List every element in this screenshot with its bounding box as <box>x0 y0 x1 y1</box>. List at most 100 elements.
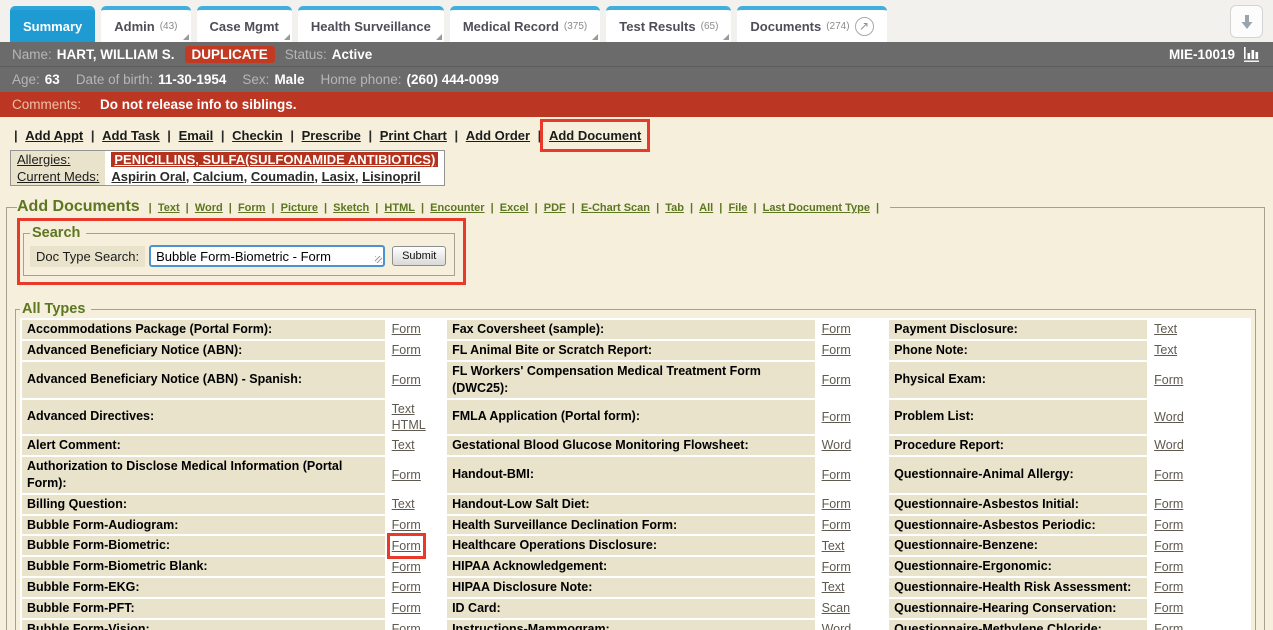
doc-type-link-excel[interactable]: Excel <box>500 202 529 214</box>
med-link-lasix[interactable]: Lasix <box>322 169 355 184</box>
advanced-beneficiary-notice-abn-form-link[interactable]: Form <box>392 342 421 358</box>
questionnaire-asbestos-initial-form-link[interactable]: Form <box>1154 496 1183 512</box>
questionnaire-asbestos-periodic-form-link[interactable]: Form <box>1154 517 1183 533</box>
chart-icon[interactable] <box>1243 47 1261 62</box>
bubble-form-pft-form-link[interactable]: Form <box>392 600 421 616</box>
bubble-form-audiogram-form-link[interactable]: Form <box>392 517 421 533</box>
med-link-calcium[interactable]: Calcium <box>193 169 244 184</box>
tab-dropdown-caret-icon[interactable] <box>592 34 598 40</box>
fmla-application-portal-form-form-link[interactable]: Form <box>822 409 851 425</box>
bubble-form-biometric-form-link[interactable]: Form <box>392 538 421 554</box>
doc-type-link-picture[interactable]: Picture <box>281 202 318 214</box>
med-link-coumadin[interactable]: Coumadin <box>251 169 315 184</box>
procedure-report-word-link[interactable]: Word <box>1154 437 1184 453</box>
email-link[interactable]: Email <box>179 128 214 143</box>
alert-comment-text-link[interactable]: Text <box>392 437 415 453</box>
questionnaire-benzene-form-link[interactable]: Form <box>1154 538 1183 554</box>
handout-bmi-form-link[interactable]: Form <box>822 467 851 483</box>
add-document-link[interactable]: Add Document <box>549 128 641 143</box>
gestational-blood-glucose-monitoring-flowsheet-word-link[interactable]: Word <box>822 437 852 453</box>
doc-type-link-e-chart-scan[interactable]: E-Chart Scan <box>581 202 650 214</box>
doc-type-link-text[interactable]: Text <box>158 202 180 214</box>
doc-type-link-cell: Text <box>1149 341 1249 360</box>
handout-low-salt-diet-form-link[interactable]: Form <box>822 496 851 512</box>
tab-medical-record[interactable]: Medical Record(375) <box>450 6 600 42</box>
doc-type-link-cell: Form <box>387 457 445 493</box>
questionnaire-health-risk-assessment-form-link[interactable]: Form <box>1154 579 1183 595</box>
allergies-link[interactable]: Allergies: <box>17 152 70 167</box>
tab-dropdown-caret-icon[interactable] <box>183 34 189 40</box>
download-button[interactable] <box>1230 5 1263 38</box>
doc-type-search-label: Doc Type Search: <box>30 246 145 267</box>
add-order-link[interactable]: Add Order <box>466 128 530 143</box>
doc-type-link-form[interactable]: Form <box>238 202 266 214</box>
doc-type-link-encounter[interactable]: Encounter <box>430 202 484 214</box>
instructions-mammogram-word-link[interactable]: Word <box>822 621 852 630</box>
bubble-form-vision-form-link[interactable]: Form <box>392 621 421 630</box>
external-link-icon[interactable]: ↗ <box>855 17 874 36</box>
print-chart-link[interactable]: Print Chart <box>380 128 447 143</box>
doc-type-link-sketch[interactable]: Sketch <box>333 202 369 214</box>
med-link-lisinopril[interactable]: Lisinopril <box>362 169 421 184</box>
doc-type-link-last-document-type[interactable]: Last Document Type <box>763 202 870 214</box>
doc-type-link-word[interactable]: Word <box>195 202 223 214</box>
doc-type-link-cell: Form <box>1149 620 1249 630</box>
accommodations-package-portal-form-form-link[interactable]: Form <box>392 321 421 337</box>
questionnaire-methylene-chloride-form-link[interactable]: Form <box>1154 621 1183 630</box>
add-appt-link[interactable]: Add Appt <box>25 128 83 143</box>
fl-animal-bite-or-scratch-report-form-link[interactable]: Form <box>822 342 851 358</box>
authorization-to-disclose-medical-information-portal-form-form-link[interactable]: Form <box>392 467 421 483</box>
advanced-beneficiary-notice-abn-spanish-form-link[interactable]: Form <box>392 372 421 388</box>
tab-dropdown-caret-icon[interactable] <box>284 34 290 40</box>
billing-question-text-link[interactable]: Text <box>392 496 415 512</box>
tab-test-results[interactable]: Test Results(65) <box>606 6 731 42</box>
quick-action-links: | Add Appt | Add Task | Email | Checkin … <box>10 128 1273 143</box>
tab-dropdown-caret-icon[interactable] <box>723 34 729 40</box>
doc-type-label: Bubble Form-Biometric Blank: <box>22 557 385 576</box>
tab-admin[interactable]: Admin(43) <box>101 6 190 42</box>
advanced-directives-text-link[interactable]: Text <box>392 401 440 417</box>
questionnaire-hearing-conservation-form-link[interactable]: Form <box>1154 600 1183 616</box>
problem-list-word-link[interactable]: Word <box>1154 409 1184 425</box>
health-surveillance-declination-form-form-link[interactable]: Form <box>822 517 851 533</box>
fl-workers-compensation-medical-treatment-form-dwc25-form-link[interactable]: Form <box>822 372 851 388</box>
doc-type-label: Payment Disclosure: <box>889 320 1147 339</box>
phone-note-text-link[interactable]: Text <box>1154 342 1177 358</box>
tab-summary[interactable]: Summary <box>10 6 95 42</box>
doc-type-search-input[interactable] <box>149 245 385 267</box>
prescribe-link[interactable]: Prescribe <box>302 128 361 143</box>
allergy-value-link[interactable]: PENICILLINS, SULFA(SULFONAMIDE ANTIBIOTI… <box>111 152 438 167</box>
hipaa-acknowledgement-form-link[interactable]: Form <box>822 559 851 575</box>
doc-type-link-cell: Form <box>817 495 888 514</box>
advanced-directives-html-link[interactable]: HTML <box>392 417 440 433</box>
doc-type-link-pdf[interactable]: PDF <box>544 202 566 214</box>
bubble-form-biometric-blank-form-link[interactable]: Form <box>392 559 421 575</box>
med-link-aspirin-oral[interactable]: Aspirin Oral <box>111 169 185 184</box>
hipaa-disclosure-note-text-link[interactable]: Text <box>822 579 845 595</box>
tab-documents[interactable]: Documents(274)↗ <box>737 6 886 42</box>
resize-grip-icon[interactable] <box>375 256 382 263</box>
all-types-legend: All Types <box>20 301 91 317</box>
submit-button[interactable]: Submit <box>392 246 446 266</box>
doc-type-link-cell: Form <box>387 557 445 576</box>
questionnaire-ergonomic-form-link[interactable]: Form <box>1154 559 1183 575</box>
fax-coversheet-sample-form-link[interactable]: Form <box>822 321 851 337</box>
checkin-link[interactable]: Checkin <box>232 128 283 143</box>
physical-exam-form-link[interactable]: Form <box>1154 372 1183 388</box>
tab-case-mgmt[interactable]: Case Mgmt <box>197 6 292 42</box>
payment-disclosure-text-link[interactable]: Text <box>1154 321 1177 337</box>
healthcare-operations-disclosure-text-link[interactable]: Text <box>822 538 845 554</box>
id-card-scan-link[interactable]: Scan <box>822 600 851 616</box>
questionnaire-animal-allergy-form-link[interactable]: Form <box>1154 467 1183 483</box>
doc-type-link-file[interactable]: File <box>728 202 747 214</box>
doc-type-link-all[interactable]: All <box>699 202 713 214</box>
doc-type-link-html[interactable]: HTML <box>384 202 415 214</box>
bubble-form-ekg-form-link[interactable]: Form <box>392 579 421 595</box>
doc-type-label: Questionnaire-Asbestos Initial: <box>889 495 1147 514</box>
current-meds-link[interactable]: Current Meds: <box>17 169 99 184</box>
doc-type-link-tab[interactable]: Tab <box>665 202 684 214</box>
add-task-link[interactable]: Add Task <box>102 128 160 143</box>
tab-dropdown-caret-icon[interactable] <box>436 34 442 40</box>
doc-type-link-cell: Form <box>387 620 445 630</box>
tab-health-surveillance[interactable]: Health Surveillance <box>298 6 444 42</box>
